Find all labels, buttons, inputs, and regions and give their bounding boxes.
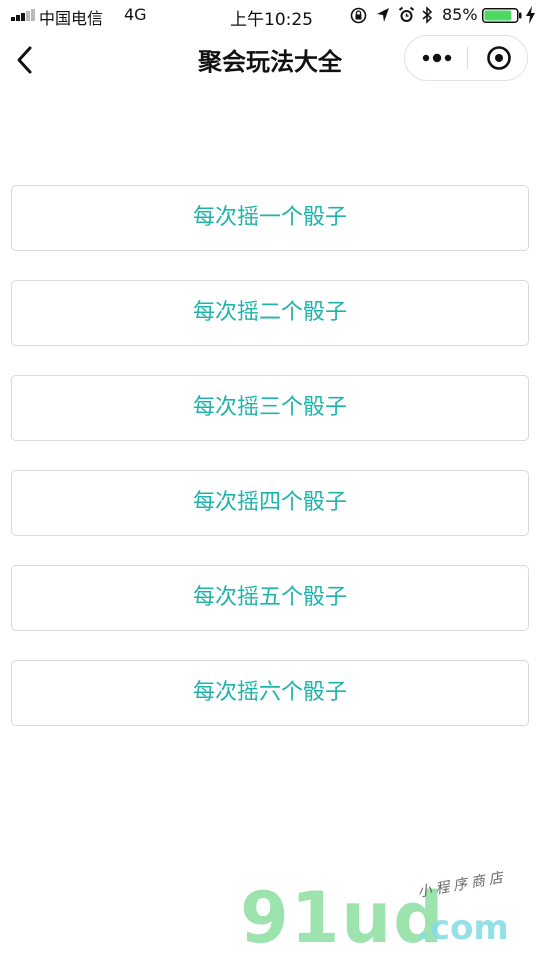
alarm-icon	[398, 6, 415, 22]
signal-icon	[11, 9, 35, 21]
option-three-dice[interactable]: 每次摇三个骰子	[11, 375, 529, 441]
rotation-lock-icon	[350, 7, 367, 24]
watermark-logo: 91ud	[240, 877, 446, 959]
dice-options-list: 每次摇一个骰子 每次摇二个骰子 每次摇三个骰子 每次摇四个骰子 每次摇五个骰子 …	[11, 185, 529, 755]
bluetooth-icon	[422, 6, 433, 24]
status-time: 上午10:25	[230, 10, 313, 30]
option-one-die[interactable]: 每次摇一个骰子	[11, 185, 529, 251]
watermark-tagline: 小程序商店	[416, 869, 508, 901]
network-type: 4G	[124, 5, 147, 24]
charging-icon	[526, 6, 535, 24]
watermark-domain: .com	[417, 908, 509, 948]
status-icons: 85%	[350, 5, 540, 26]
option-four-dice[interactable]: 每次摇四个骰子	[11, 470, 529, 536]
battery-icon	[482, 8, 522, 23]
option-six-dice[interactable]: 每次摇六个骰子	[11, 660, 529, 726]
location-icon	[377, 8, 389, 22]
nav-bar: 聚会玩法大全	[0, 32, 540, 88]
carrier-name: 中国电信	[39, 9, 104, 28]
more-menu-button[interactable]	[405, 36, 467, 80]
battery-percent: 85%	[442, 5, 478, 24]
more-dots-icon	[422, 53, 452, 63]
app-screen: 中国电信 4G 上午10:25 85% 聚会玩法大全 每次摇一个骰子 每次摇二个…	[0, 0, 540, 960]
watermark: 91ud 小程序商店 .com	[240, 869, 540, 960]
status-bar: 中国电信 4G 上午10:25 85%	[0, 0, 540, 30]
option-five-dice[interactable]: 每次摇五个骰子	[11, 565, 529, 631]
close-mini-program-button[interactable]	[468, 36, 528, 80]
target-circle-icon	[487, 46, 511, 70]
mini-program-capsule	[404, 35, 528, 81]
option-two-dice[interactable]: 每次摇二个骰子	[11, 280, 529, 346]
